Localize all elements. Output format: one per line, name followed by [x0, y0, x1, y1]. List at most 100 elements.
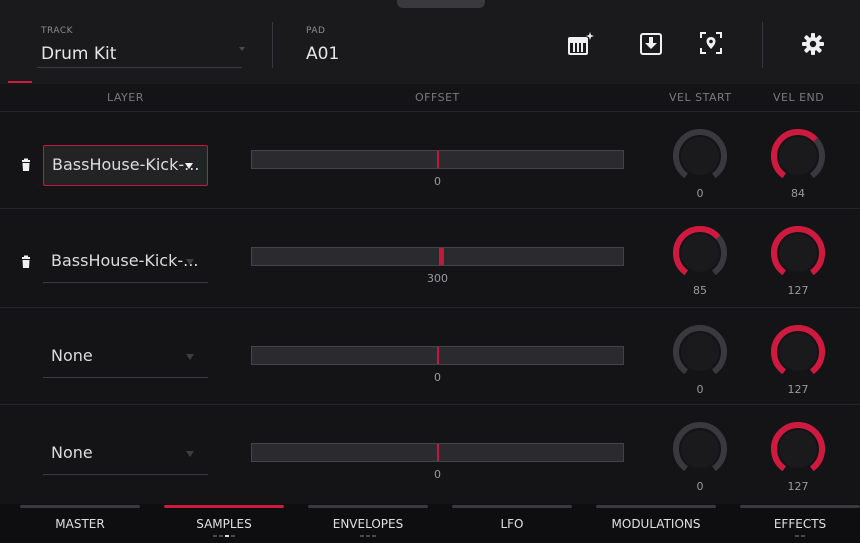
track-value: Drum Kit [41, 44, 117, 64]
offset-slider[interactable] [251, 443, 624, 462]
track-label: TRACK [41, 26, 74, 36]
offset-slider-thumb[interactable] [436, 444, 439, 461]
vel-end-knob[interactable] [770, 225, 826, 281]
gear-icon[interactable] [799, 30, 827, 58]
trash-icon[interactable] [19, 157, 33, 171]
page-dots [795, 535, 805, 537]
offset-slider-thumb[interactable] [438, 248, 444, 265]
pad-label: PAD [306, 26, 326, 36]
sample-dropdown[interactable]: BassHouse-Kick-... [43, 242, 208, 283]
vel-start-knob[interactable] [672, 421, 728, 477]
page-dot [360, 535, 364, 537]
trash-icon[interactable] [19, 254, 33, 268]
page-dot [231, 535, 235, 537]
knob-body [779, 430, 817, 468]
sample-name: None [51, 346, 93, 365]
tab-indicator [740, 505, 860, 508]
vel-start-knob[interactable] [672, 225, 728, 281]
page-dot [219, 535, 223, 537]
vel-start-knob[interactable] [672, 324, 728, 380]
knob-body [681, 333, 719, 371]
knob-body [681, 234, 719, 272]
page-dots [213, 535, 235, 537]
row-divider [0, 307, 860, 308]
scroll-indicator [8, 81, 32, 83]
row-divider [0, 404, 860, 405]
offset-value: 0 [434, 175, 441, 188]
column-header-offset: OFFSET [415, 91, 460, 104]
tab-lfo[interactable]: LFO [452, 517, 572, 531]
chevron-down-icon [186, 451, 194, 457]
page-dot [372, 535, 376, 537]
drag-handle[interactable] [397, 0, 485, 8]
knob-body [779, 137, 817, 175]
page-dot [213, 535, 217, 537]
sample-name: BassHouse-Kick-... [51, 251, 199, 270]
row-divider [0, 208, 860, 209]
tab-indicator [308, 505, 428, 508]
knob-body [681, 137, 719, 175]
vel-end-value: 127 [787, 284, 809, 297]
knob-body [779, 234, 817, 272]
offset-value: 0 [434, 371, 441, 384]
chevron-down-icon [185, 163, 193, 169]
dropdown-underline [43, 474, 208, 475]
vel-end-value: 127 [787, 480, 809, 493]
tab-indicator [596, 505, 716, 508]
dropdown-underline [43, 282, 208, 283]
offset-slider-thumb[interactable] [436, 347, 439, 364]
sample-name: BassHouse-Kick-... [52, 155, 200, 174]
row-divider [0, 111, 860, 112]
track-underline [37, 67, 242, 68]
sample-dropdown[interactable]: BassHouse-Kick-... [43, 145, 208, 186]
vel-end-value: 127 [787, 383, 809, 396]
pad-value: A01 [306, 44, 340, 64]
vel-end-knob[interactable] [770, 128, 826, 184]
vel-start-value: 0 [696, 187, 704, 200]
dropdown-underline [43, 377, 208, 378]
tab-master[interactable]: MASTER [20, 517, 140, 531]
page-dot [795, 535, 799, 537]
tab-indicator [20, 505, 140, 508]
header-bar [0, 0, 860, 84]
divider [762, 22, 763, 68]
vel-start-value: 0 [696, 383, 704, 396]
chevron-down-icon [186, 354, 194, 360]
offset-value: 0 [434, 468, 441, 481]
chevron-down-icon [186, 259, 194, 265]
tab-samples[interactable]: SAMPLES [164, 517, 284, 531]
tab-modulations[interactable]: MODULATIONS [596, 517, 716, 531]
offset-value: 300 [427, 272, 448, 285]
page-dot [225, 535, 229, 537]
vel-end-value: 84 [791, 187, 805, 200]
keyboard-sparkle-icon[interactable] [566, 30, 594, 58]
offset-slider[interactable] [251, 247, 624, 266]
vel-end-knob[interactable] [770, 421, 826, 477]
page-dot [801, 535, 805, 537]
vel-start-knob[interactable] [672, 128, 728, 184]
tab-effects[interactable]: EFFECTS [740, 517, 860, 531]
tab-indicator [164, 505, 284, 508]
vel-start-value: 0 [696, 480, 704, 493]
knob-body [681, 430, 719, 468]
column-header-vel-end: VEL END [773, 91, 825, 104]
offset-slider[interactable] [251, 346, 624, 365]
column-header-vel-start: VEL START [669, 91, 732, 104]
chevron-down-icon [239, 47, 245, 51]
divider [272, 22, 273, 68]
tab-indicator [452, 505, 572, 508]
offset-slider[interactable] [251, 150, 624, 169]
knob-body [779, 333, 817, 371]
download-icon[interactable] [637, 30, 665, 58]
offset-slider-thumb[interactable] [436, 151, 439, 168]
sample-dropdown[interactable]: None [43, 337, 208, 378]
sample-dropdown[interactable]: None [43, 434, 208, 475]
vel-end-knob[interactable] [770, 324, 826, 380]
tab-envelopes[interactable]: ENVELOPES [308, 517, 428, 531]
vel-start-value: 85 [693, 284, 707, 297]
page-dot [366, 535, 370, 537]
sample-name: None [51, 443, 93, 462]
column-header-layer: LAYER [107, 91, 144, 104]
locate-icon[interactable] [697, 29, 725, 57]
page-dots [360, 535, 376, 537]
